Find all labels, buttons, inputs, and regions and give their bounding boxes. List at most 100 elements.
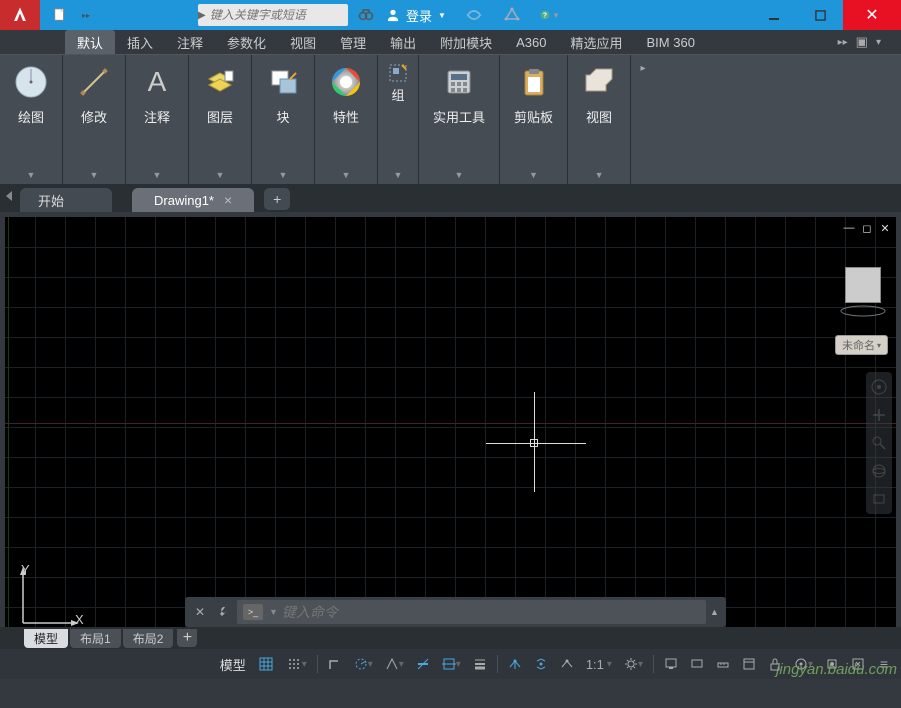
nav-showmotion[interactable] <box>869 488 889 510</box>
start-tab[interactable]: 开始 <box>20 188 112 212</box>
viewcube-compass[interactable] <box>838 305 888 321</box>
command-input[interactable] <box>282 604 700 620</box>
status-ortho-button[interactable] <box>324 653 346 675</box>
status-model-button[interactable]: 模型 <box>216 653 250 675</box>
new-tab-button[interactable]: + <box>264 188 290 210</box>
ribbon-draw-panel[interactable]: 绘图 ▼ <box>0 55 63 184</box>
user-login-button[interactable]: 登录 ▼ <box>386 6 446 25</box>
menu-output[interactable]: 输出 <box>378 30 428 54</box>
status-cogwheel-button[interactable]: ▾ <box>620 653 647 675</box>
polar-icon <box>354 657 368 671</box>
cmd-options-button[interactable] <box>213 603 231 621</box>
status-workspace-button[interactable] <box>660 653 682 675</box>
viewcube[interactable] <box>845 267 881 303</box>
status-annoscale-button[interactable] <box>504 653 526 675</box>
chevron-down-icon: ▼ <box>269 607 278 617</box>
drawing-canvas[interactable]: Y X <box>5 217 896 627</box>
menu-insert[interactable]: 插入 <box>115 30 165 54</box>
search-arrow-icon[interactable]: ▶ <box>198 10 206 21</box>
ribbon-view-label: 视图 <box>586 107 612 126</box>
menu-default[interactable]: 默认 <box>65 30 115 54</box>
menu-featured[interactable]: 精选应用 <box>559 30 635 54</box>
menu-parametric[interactable]: 参数化 <box>215 30 278 54</box>
status-scale-button[interactable]: 1:1▾ <box>582 653 616 675</box>
menu-annotate[interactable]: 注释 <box>165 30 215 54</box>
ribbon-clipboard-panel[interactable]: 剪贴板 ▼ <box>500 55 568 184</box>
chevron-down-icon: ▼ <box>595 170 604 180</box>
status-annotation-monitor[interactable] <box>686 653 708 675</box>
menu-addins[interactable]: 附加模块 <box>428 30 504 54</box>
status-lineweight-button[interactable] <box>469 653 491 675</box>
exchange-button[interactable] <box>464 5 484 25</box>
nav-pan[interactable] <box>869 404 889 426</box>
menu-collapse-icon[interactable]: ▣ <box>856 34 868 50</box>
menu-manage[interactable]: 管理 <box>328 30 378 54</box>
menu-overflow-icon[interactable]: ▸▸ <box>838 37 848 48</box>
tab-close-button[interactable]: × <box>224 192 232 208</box>
layout-tab-2[interactable]: 布局2 <box>123 629 174 648</box>
ribbon-annotate-label: 注释 <box>144 107 170 126</box>
status-polar-button[interactable]: ▾ <box>350 653 377 675</box>
chevron-down-icon: ▼ <box>342 170 351 180</box>
status-annoscale-add-button[interactable] <box>556 653 578 675</box>
ribbon-overflow[interactable]: ▸ <box>631 55 655 184</box>
cmd-history-up[interactable]: ▲ <box>710 607 726 617</box>
ucs-x-label: X <box>75 612 84 627</box>
cmd-input-area[interactable]: >_ ▼ <box>237 600 706 624</box>
a360-button[interactable] <box>502 5 522 25</box>
ribbon-layers-panel[interactable]: 图层 ▼ <box>189 55 252 184</box>
new-file-button[interactable] <box>48 4 72 26</box>
status-osnap-button[interactable]: ▾ <box>438 653 465 675</box>
app-menu-button[interactable] <box>0 0 40 30</box>
viewport-close[interactable]: ✕ <box>878 221 892 235</box>
svg-text:?: ? <box>543 13 547 20</box>
a360-cloud-icon <box>504 7 520 23</box>
viewport-minimize[interactable]: — <box>842 221 856 235</box>
ribbon-utilities-panel[interactable]: 实用工具 ▼ <box>419 55 500 184</box>
add-layout-button[interactable]: + <box>177 629 197 647</box>
maximize-button[interactable] <box>797 0 843 30</box>
clipboard-icon <box>517 65 551 99</box>
close-button[interactable]: ✕ <box>843 0 901 30</box>
status-annoscale-vis-button[interactable] <box>530 653 552 675</box>
menu-bim360[interactable]: BIM 360 <box>635 30 707 54</box>
title-icon-group: ?▼ <box>464 5 560 25</box>
status-snap-button[interactable]: ▾ <box>282 653 311 675</box>
ribbon-view-panel[interactable]: 视图 ▼ <box>568 55 631 184</box>
status-grid-button[interactable] <box>254 653 278 675</box>
status-bar: 模型 ▾ ▾ ▾ ▾ 1:1▾ ▾ ▾ ≡ <box>0 649 901 679</box>
search-button[interactable] <box>354 7 378 23</box>
ribbon-clipboard-label: 剪贴板 <box>514 107 553 126</box>
ribbon-annotate-panel[interactable]: A 注释 ▼ <box>126 55 189 184</box>
utilities-icon <box>442 65 476 99</box>
nav-wheel[interactable] <box>869 376 889 398</box>
ribbon-modify-panel[interactable]: 修改 ▼ <box>63 55 126 184</box>
menu-bar: 默认 插入 注释 参数化 视图 管理 输出 附加模块 A360 精选应用 BIM… <box>0 30 901 54</box>
cmd-close-button[interactable]: ✕ <box>191 603 209 621</box>
status-isodraft-button[interactable]: ▾ <box>381 653 408 675</box>
status-units-button[interactable] <box>712 653 734 675</box>
ribbon-group-panel[interactable]: 组 ▼ <box>378 55 419 184</box>
wrench-icon <box>215 605 229 619</box>
nav-zoom[interactable] <box>869 432 889 454</box>
ribbon-block-panel[interactable]: 块 ▼ <box>252 55 315 184</box>
status-otrack-button[interactable] <box>412 653 434 675</box>
anno-add-icon <box>560 657 574 671</box>
drawing-tab[interactable]: Drawing1* × <box>132 188 254 212</box>
orbit-icon <box>871 463 887 479</box>
search-input[interactable] <box>206 8 371 22</box>
layout-tab-1[interactable]: 布局1 <box>70 629 121 648</box>
viewport-maximize[interactable]: ◻ <box>860 221 874 235</box>
minimize-button[interactable] <box>751 0 797 30</box>
help-button[interactable]: ?▼ <box>540 5 560 25</box>
menu-a360[interactable]: A360 <box>504 30 558 54</box>
ribbon-properties-panel[interactable]: 特性 ▼ <box>315 55 378 184</box>
status-quickprops-button[interactable] <box>738 653 760 675</box>
canvas-area[interactable]: Y X — ◻ ✕ 未命名▾ ✕ >_ ▼ ▲ <box>5 217 896 627</box>
viewcube-menu[interactable]: 未命名▾ <box>835 335 888 355</box>
layout-tab-model[interactable]: 模型 <box>24 629 68 648</box>
qat-dropdown[interactable]: ▸▸ <box>74 4 98 26</box>
menu-dropdown-icon[interactable]: ▾ <box>876 37 881 48</box>
menu-view[interactable]: 视图 <box>278 30 328 54</box>
nav-orbit[interactable] <box>869 460 889 482</box>
